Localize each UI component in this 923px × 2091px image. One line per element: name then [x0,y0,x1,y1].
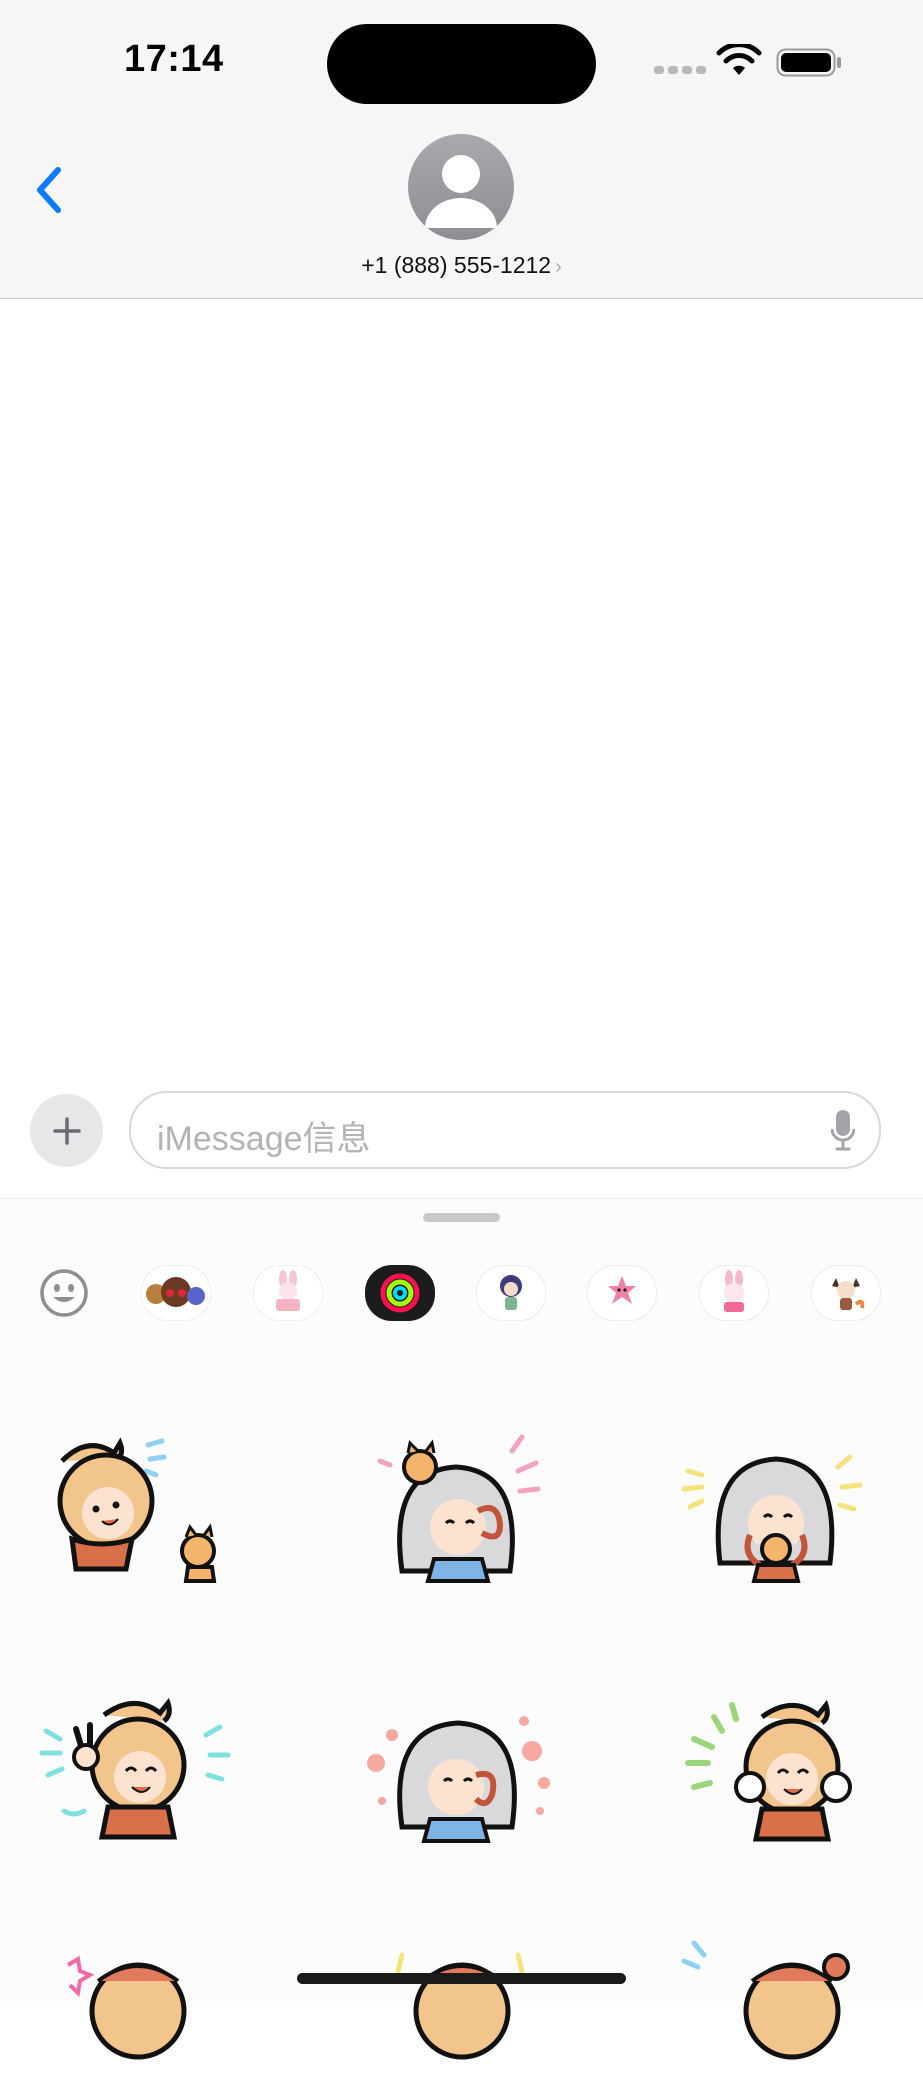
sticker-drawer [0,1198,923,2060]
dynamic-island [327,24,596,104]
contact-avatar[interactable] [408,134,514,240]
plus-button[interactable] [30,1094,103,1167]
microphone-icon[interactable] [831,1109,855,1151]
cellular-dots-icon [654,66,706,74]
person-icon [425,155,497,228]
gray-hair-girl-with-cat-sticker[interactable] [362,1431,562,1591]
pink-bunny-sticker-app-icon[interactable] [699,1265,769,1321]
wifi-icon [716,44,762,75]
anime-girl-sticker-app-icon[interactable] [476,1265,546,1321]
blonde-girl-laughing-sticker[interactable] [680,1691,880,1851]
status-bar: 17:14 [0,0,923,120]
contact-chevron-icon: › [555,256,562,278]
memoji-icon[interactable] [141,1265,211,1321]
blonde-girl-partial-sticker[interactable] [680,1931,880,2091]
chevron-left-icon[interactable] [30,160,70,220]
blonde-girl-peace-sign-sticker[interactable] [38,1691,238,1851]
gray-hair-girl-waving-sticker[interactable] [362,1691,562,1851]
home-indicator[interactable] [297,1973,626,1984]
activity-rings-icon[interactable] [365,1265,435,1321]
battery-icon [776,48,841,77]
message-list [0,299,923,1079]
message-input-placeholder: iMessage信息 [157,1120,371,1158]
pink-creature-sticker-app-icon[interactable] [587,1265,657,1321]
app-strip [0,1265,923,1325]
blonde-girl-partial-sticker[interactable] [362,1931,562,2091]
contact-name[interactable]: +1 (888) 555-1212 › [0,252,923,279]
blonde-girl-partial-sticker[interactable] [38,1931,238,2091]
gray-hair-girl-hugging-cat-sticker[interactable] [680,1431,880,1591]
message-input[interactable]: iMessage信息 [129,1091,881,1169]
conversation-header: +1 (888) 555-1212 › [0,120,923,299]
contact-number: +1 (888) 555-1212 [361,252,552,278]
blonde-girl-with-cat-sticker[interactable] [38,1431,238,1591]
status-time: 17:14 [124,38,224,80]
plus-icon [52,1116,81,1145]
drawer-grabber[interactable] [423,1213,500,1222]
fox-girl-sticker-app-icon[interactable] [811,1265,881,1321]
bunny-cake-sticker-app-icon[interactable] [253,1265,323,1321]
emoji-icon[interactable] [38,1267,90,1319]
